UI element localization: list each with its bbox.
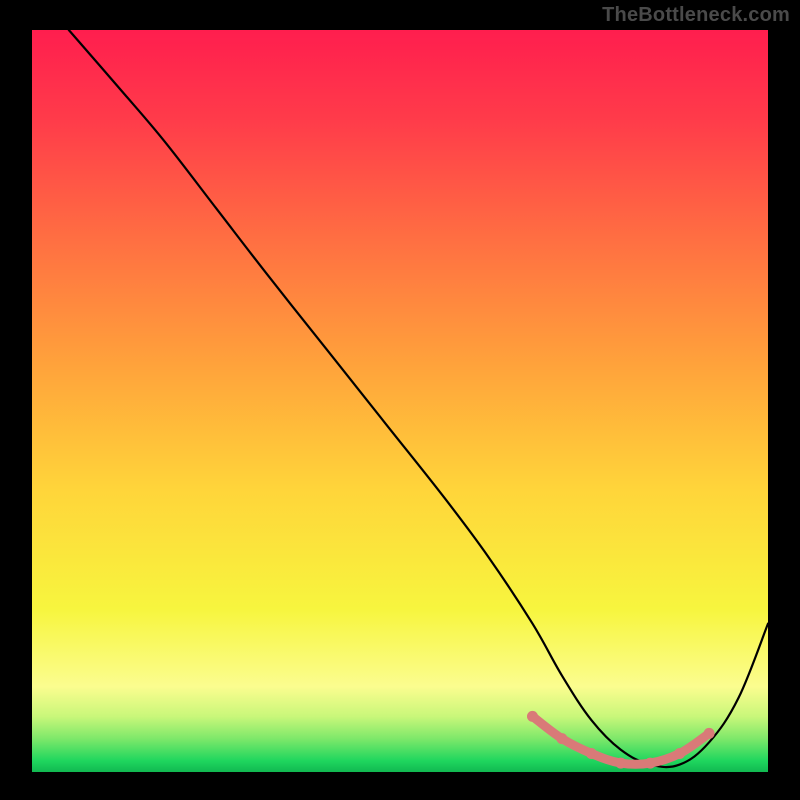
highlight-dot bbox=[556, 733, 567, 744]
highlight-dot bbox=[615, 758, 626, 769]
bottleneck-chart bbox=[0, 0, 800, 800]
plot-gradient-background bbox=[32, 30, 768, 772]
highlight-dot bbox=[645, 758, 656, 769]
watermark-label: TheBottleneck.com bbox=[602, 4, 790, 27]
highlight-dot bbox=[586, 748, 597, 759]
chart-frame: TheBottleneck.com bbox=[0, 0, 800, 800]
highlight-dot bbox=[704, 728, 715, 739]
highlight-dot bbox=[527, 711, 538, 722]
highlight-dot bbox=[674, 748, 685, 759]
